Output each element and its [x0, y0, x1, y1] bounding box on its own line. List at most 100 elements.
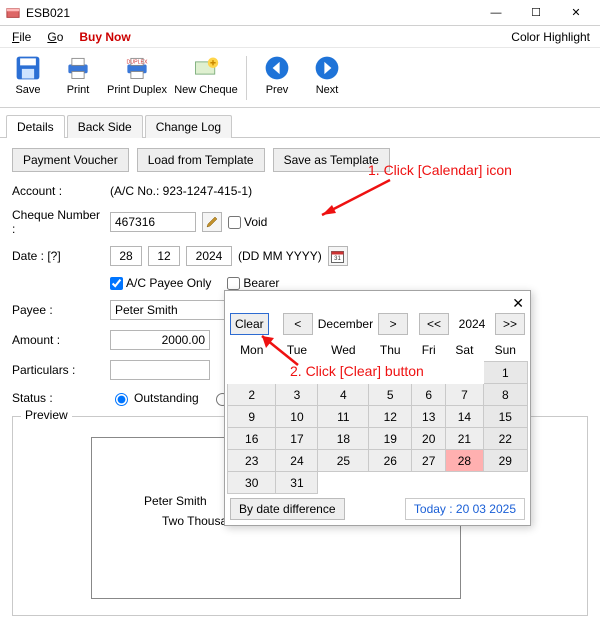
print-duplex-label: Print Duplex [107, 84, 167, 96]
next-button[interactable]: Next [303, 52, 351, 104]
calendar-dow: Sat [446, 339, 483, 362]
print-duplex-icon: DUPLEX [123, 54, 151, 82]
new-cheque-button[interactable]: New Cheque [172, 52, 240, 104]
calendar-day[interactable]: 30 [228, 472, 276, 494]
amount-label: Amount : [12, 333, 104, 347]
annotation-1: 1. Click [Calendar] icon [368, 162, 512, 178]
particulars-label: Particulars : [12, 363, 104, 377]
particulars-input[interactable] [110, 360, 210, 380]
calendar-day [228, 362, 276, 384]
calendar-day[interactable]: 19 [369, 428, 412, 450]
calendar-day[interactable]: 9 [228, 406, 276, 428]
calendar-day[interactable]: 24 [276, 450, 318, 472]
calendar-day[interactable]: 7 [446, 384, 483, 406]
calendar-day[interactable]: 15 [483, 406, 527, 428]
calendar-day [483, 472, 527, 494]
payment-voucher-button[interactable]: Payment Voucher [12, 148, 129, 172]
window-title: ESB021 [26, 6, 70, 20]
calendar-day[interactable]: 1 [483, 362, 527, 384]
calendar-popup: ✕ Clear < December > << 2024 >> MonTueWe… [224, 290, 531, 526]
calendar-clear-button[interactable]: Clear [230, 313, 269, 335]
annotation-2: 2. Click [Clear] button [290, 363, 424, 379]
new-cheque-label: New Cheque [174, 84, 238, 96]
calendar-day[interactable]: 5 [369, 384, 412, 406]
calendar-day[interactable]: 29 [483, 450, 527, 472]
calendar-day[interactable]: 10 [276, 406, 318, 428]
calendar-day[interactable]: 20 [412, 428, 446, 450]
calendar-next-month-button[interactable]: > [378, 313, 408, 335]
cheque-label: Cheque Number : [12, 208, 104, 236]
tabs: Details Back Side Change Log [0, 108, 600, 138]
preview-label: Preview [21, 408, 72, 422]
tab-back-side[interactable]: Back Side [67, 115, 143, 138]
date-yyyy-input[interactable] [186, 246, 232, 266]
void-label: Void [244, 215, 267, 229]
calendar-next-year-button[interactable]: >> [495, 313, 525, 335]
calendar-dow: Thu [369, 339, 412, 362]
menu-color-highlight[interactable]: Color Highlight [505, 28, 594, 46]
calendar-day [369, 472, 412, 494]
print-button[interactable]: Print [54, 52, 102, 104]
calendar-year-label[interactable]: 2024 [452, 313, 492, 335]
calendar-day[interactable]: 23 [228, 450, 276, 472]
calendar-day[interactable]: 27 [412, 450, 446, 472]
bearer-checkbox[interactable]: Bearer [227, 276, 279, 290]
calendar-dow: Wed [318, 339, 369, 362]
calendar-dow: Mon [228, 339, 276, 362]
load-template-button[interactable]: Load from Template [137, 148, 265, 172]
menu-buy-now[interactable]: Buy Now [73, 28, 136, 46]
calendar-month-label[interactable]: December [316, 313, 375, 335]
calendar-day[interactable]: 28 [446, 450, 483, 472]
status-label: Status : [12, 391, 104, 405]
calendar-day[interactable]: 13 [412, 406, 446, 428]
calendar-prev-month-button[interactable]: < [283, 313, 313, 335]
by-date-difference-button[interactable]: By date difference [230, 498, 345, 520]
save-icon [14, 54, 42, 82]
amount-input[interactable] [110, 330, 210, 350]
calendar-prev-year-button[interactable]: << [419, 313, 449, 335]
menu-go[interactable]: Go [41, 28, 69, 46]
print-duplex-button[interactable]: DUPLEX Print Duplex [104, 52, 170, 104]
bearer-label: Bearer [243, 276, 279, 290]
status-outstanding-radio[interactable]: Outstanding [110, 390, 199, 406]
calendar-day[interactable]: 2 [228, 384, 276, 406]
calendar-day[interactable]: 4 [318, 384, 369, 406]
calendar-day[interactable]: 11 [318, 406, 369, 428]
calendar-today-label[interactable]: Today : 20 03 2025 [405, 498, 525, 520]
calendar-day[interactable]: 8 [483, 384, 527, 406]
next-label: Next [316, 84, 339, 96]
calendar-day[interactable]: 25 [318, 450, 369, 472]
tab-change-log[interactable]: Change Log [145, 115, 232, 138]
date-mm-input[interactable] [148, 246, 180, 266]
cheque-input[interactable] [110, 212, 196, 232]
calendar-day[interactable]: 14 [446, 406, 483, 428]
close-button[interactable]: ✕ [556, 2, 596, 24]
calendar-close-button[interactable]: ✕ [512, 295, 524, 312]
calendar-day[interactable]: 6 [412, 384, 446, 406]
edit-cheque-button[interactable] [202, 212, 222, 232]
calendar-day[interactable]: 22 [483, 428, 527, 450]
ac-payee-checkbox[interactable]: A/C Payee Only [110, 276, 211, 290]
calendar-day[interactable]: 26 [369, 450, 412, 472]
date-format-label: (DD MM YYYY) [238, 249, 322, 263]
calendar-button[interactable]: 31 [328, 246, 348, 266]
save-button[interactable]: Save [4, 52, 52, 104]
tab-details[interactable]: Details [6, 115, 65, 138]
calendar-day[interactable]: 17 [276, 428, 318, 450]
calendar-day[interactable]: 31 [276, 472, 318, 494]
menu-file[interactable]: File [6, 28, 37, 46]
date-dd-input[interactable] [110, 246, 142, 266]
prev-button[interactable]: Prev [253, 52, 301, 104]
calendar-day[interactable]: 21 [446, 428, 483, 450]
calendar-day[interactable]: 12 [369, 406, 412, 428]
calendar-day[interactable]: 16 [228, 428, 276, 450]
date-label: Date : [?] [12, 249, 104, 263]
calendar-day[interactable]: 3 [276, 384, 318, 406]
new-cheque-icon [192, 54, 220, 82]
calendar-day [318, 472, 369, 494]
titlebar: ESB021 ― ☐ ✕ [0, 0, 600, 26]
maximize-button[interactable]: ☐ [516, 2, 556, 24]
calendar-day[interactable]: 18 [318, 428, 369, 450]
minimize-button[interactable]: ― [476, 2, 516, 24]
void-checkbox[interactable]: Void [228, 215, 267, 229]
